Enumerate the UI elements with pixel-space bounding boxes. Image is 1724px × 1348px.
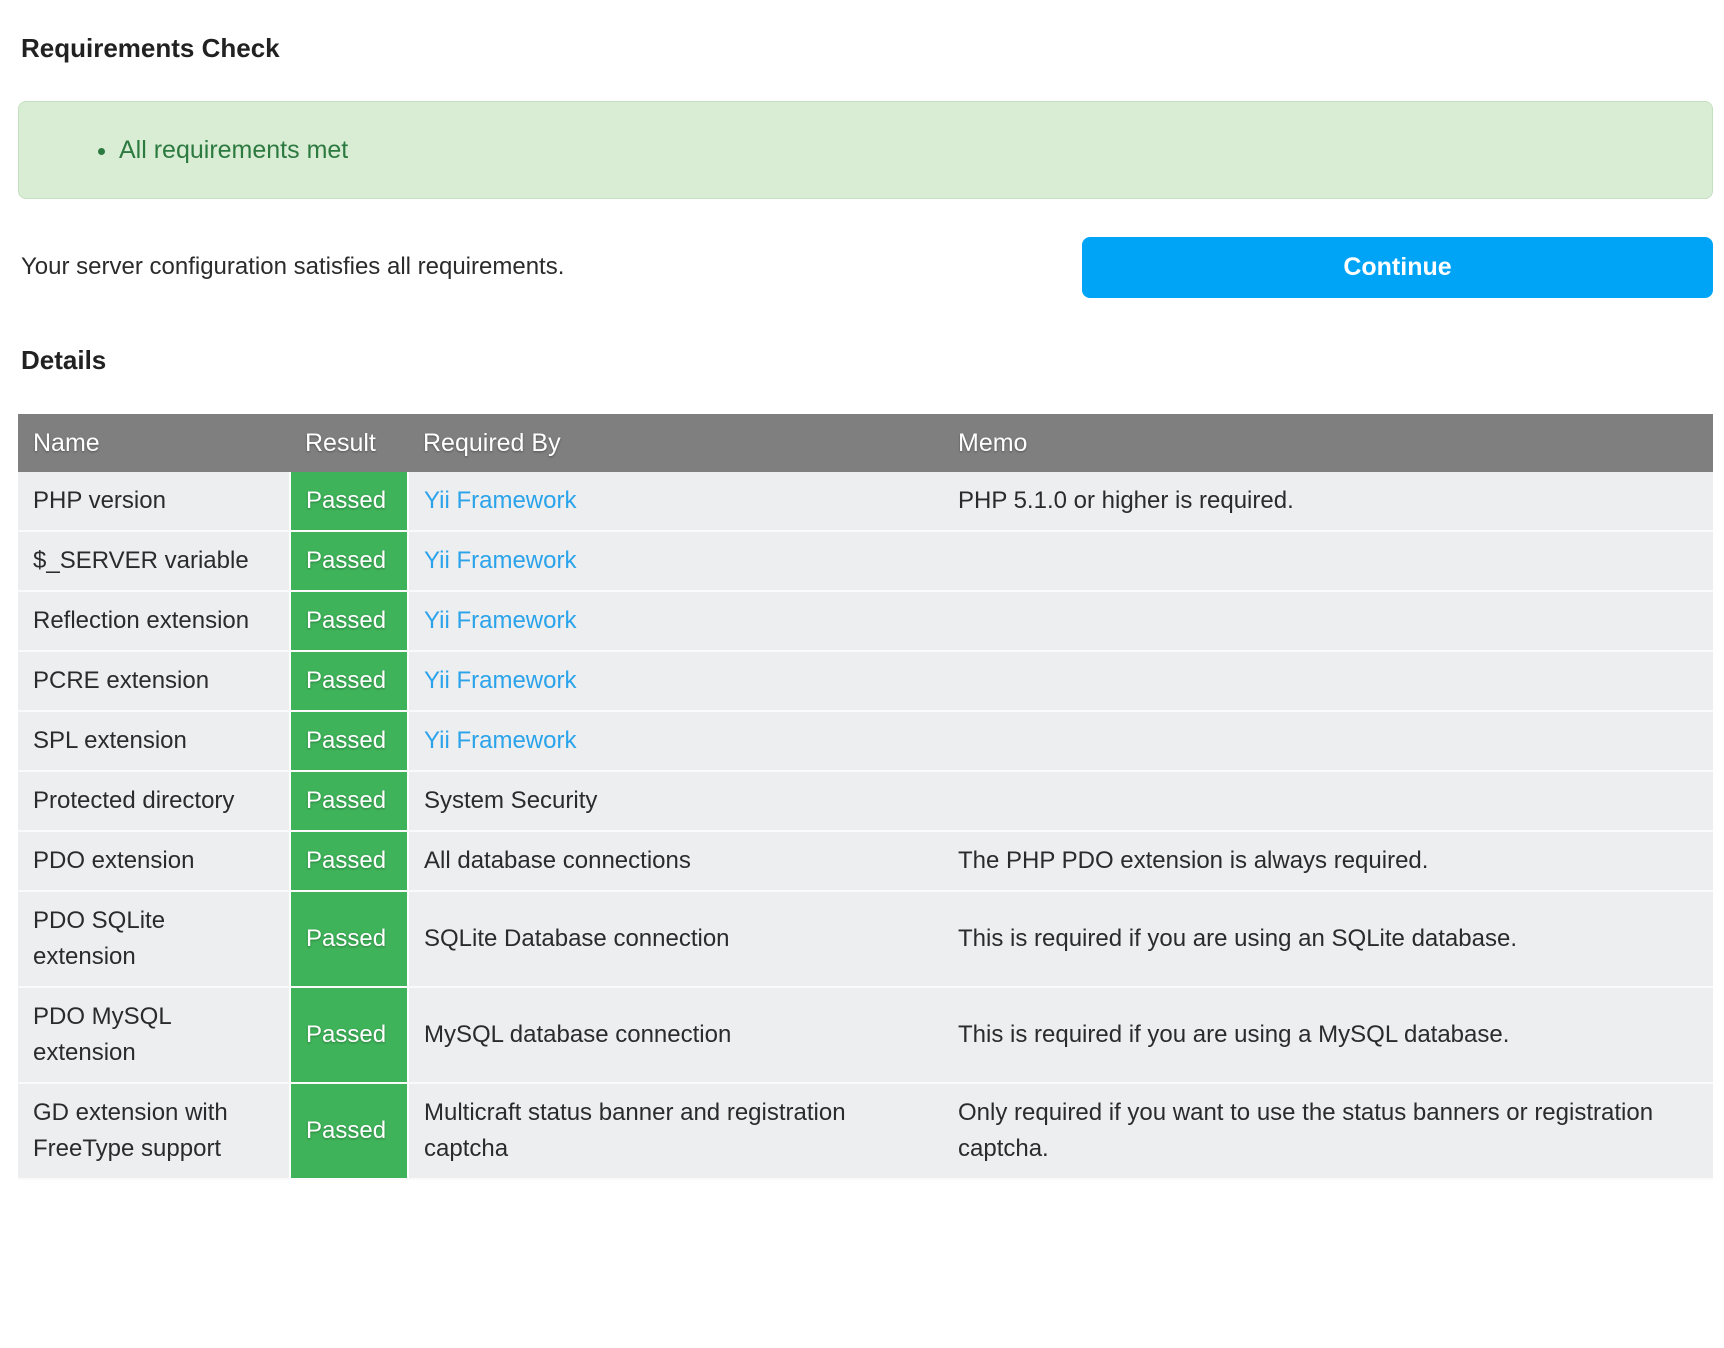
required-by-cell: System Security <box>408 771 943 831</box>
summary-text: Your server configuration satisfies all … <box>21 249 564 285</box>
requirement-row: PCRE extensionPassed Yii Framework <box>18 651 1713 711</box>
required-by-link[interactable]: Yii Framework <box>424 487 576 514</box>
requirement-row: PDO extensionPassedAll database connecti… <box>18 831 1713 891</box>
result-badge: Passed <box>290 987 408 1083</box>
required-by-cell: Yii Framework <box>408 472 943 531</box>
column-header-name: Name <box>18 414 290 472</box>
required-by-link[interactable]: Yii Framework <box>424 607 576 634</box>
requirements-table-header: Name Result Required By Memo <box>18 414 1713 472</box>
memo-text <box>943 531 1713 591</box>
requirement-row: Reflection extensionPassed Yii Framework <box>18 591 1713 651</box>
memo-text: This is required if you are using a MySQ… <box>943 987 1713 1083</box>
required-by-link[interactable]: Yii Framework <box>424 667 576 694</box>
required-by-cell: All database connections <box>408 831 943 891</box>
memo-text <box>943 591 1713 651</box>
memo-text: PHP 5.1.0 or higher is required. <box>943 472 1713 531</box>
requirement-row: $_SERVER variablePassed Yii Framework <box>18 531 1713 591</box>
required-by-cell: Multicraft status banner and registratio… <box>408 1083 943 1179</box>
requirement-name: PHP version <box>18 472 290 531</box>
success-alert-list: All requirements met <box>39 132 1692 168</box>
result-badge: Passed <box>290 891 408 987</box>
required-by-cell: SQLite Database connection <box>408 891 943 987</box>
result-badge: Passed <box>290 831 408 891</box>
requirement-name: PDO SQLite extension <box>18 891 290 987</box>
requirements-check-page: Requirements Check All requirements met … <box>0 0 1724 1240</box>
requirement-row: PDO SQLite extensionPassedSQLite Databas… <box>18 891 1713 987</box>
requirement-row: Protected directoryPassedSystem Security <box>18 771 1713 831</box>
required-by-link[interactable]: Yii Framework <box>424 727 576 754</box>
header-row: Name Result Required By Memo <box>18 414 1713 472</box>
page-title: Requirements Check <box>21 34 1713 63</box>
success-alert-item: All requirements met <box>119 132 1692 168</box>
requirement-name: PCRE extension <box>18 651 290 711</box>
requirement-name: Protected directory <box>18 771 290 831</box>
memo-text <box>943 771 1713 831</box>
result-badge: Passed <box>290 531 408 591</box>
required-by-cell: Yii Framework <box>408 591 943 651</box>
memo-text: This is required if you are using an SQL… <box>943 891 1713 987</box>
requirement-name: GD extension with FreeType support <box>18 1083 290 1179</box>
required-by-cell: Yii Framework <box>408 651 943 711</box>
requirement-name: PDO extension <box>18 831 290 891</box>
required-by-cell: MySQL database connection <box>408 987 943 1083</box>
requirement-row: SPL extensionPassed Yii Framework <box>18 711 1713 771</box>
required-by-cell: Yii Framework <box>408 711 943 771</box>
success-alert: All requirements met <box>18 101 1713 199</box>
result-badge: Passed <box>290 1083 408 1179</box>
memo-text: Only required if you want to use the sta… <box>943 1083 1713 1179</box>
memo-text: The PHP PDO extension is always required… <box>943 831 1713 891</box>
continue-button[interactable]: Continue <box>1082 237 1713 298</box>
result-badge: Passed <box>290 591 408 651</box>
requirement-name: Reflection extension <box>18 591 290 651</box>
requirements-table-body: PHP versionPassedYii FrameworkPHP 5.1.0 … <box>18 472 1713 1179</box>
requirement-row: PDO MySQL extensionPassedMySQL database … <box>18 987 1713 1083</box>
requirement-name: SPL extension <box>18 711 290 771</box>
details-title: Details <box>21 346 1713 375</box>
required-by-cell: Yii Framework <box>408 531 943 591</box>
requirement-row: GD extension with FreeType supportPassed… <box>18 1083 1713 1179</box>
result-badge: Passed <box>290 711 408 771</box>
requirement-name: $_SERVER variable <box>18 531 290 591</box>
memo-text <box>943 711 1713 771</box>
column-header-memo: Memo <box>943 414 1713 472</box>
requirement-row: PHP versionPassed Yii Framework PHP 5.1.0 … <box>18 472 1713 531</box>
column-header-required-by: Required By <box>408 414 943 472</box>
requirement-name: PDO MySQL extension <box>18 987 290 1083</box>
column-header-result: Result <box>290 414 408 472</box>
result-badge: Passed <box>290 651 408 711</box>
summary-row: Your server configuration satisfies all … <box>18 237 1713 298</box>
required-by-link[interactable]: Yii Framework <box>424 547 576 574</box>
result-badge: Passed <box>290 771 408 831</box>
requirements-table: Name Result Required By Memo PHP version… <box>18 414 1713 1180</box>
memo-text <box>943 651 1713 711</box>
result-badge: Passed <box>290 472 408 531</box>
